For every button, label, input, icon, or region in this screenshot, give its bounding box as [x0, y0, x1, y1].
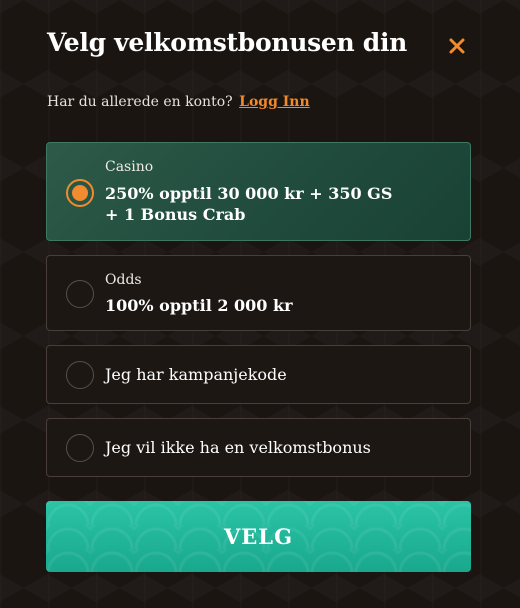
modal-title: Velg velkomstbonusen din: [47, 28, 408, 57]
login-prompt-text: Har du allerede en konto?: [47, 94, 233, 110]
login-prompt-row: Har du allerede en konto? Logg Inn: [47, 94, 310, 110]
option-odds-category: Odds: [105, 272, 142, 288]
option-casino[interactable]: Casino 250% opptil 30 000 kr + 350 GS + …: [46, 142, 471, 241]
option-casino-desc-line1: 250% opptil 30 000 kr + 350 GS: [105, 184, 393, 203]
close-button[interactable]: [444, 33, 470, 59]
option-no-bonus-label: Jeg vil ikke ha en velkomstbonus: [105, 438, 371, 457]
close-icon: [449, 38, 465, 54]
option-promo-code-label: Jeg har kampanjekode: [105, 365, 287, 384]
option-no-bonus[interactable]: Jeg vil ikke ha en velkomstbonus: [46, 418, 471, 477]
option-casino-desc-line2: + 1 Bonus Crab: [105, 205, 246, 224]
select-button-label: VELG: [224, 524, 293, 549]
radio-odds[interactable]: [66, 280, 94, 308]
option-casino-category: Casino: [105, 159, 154, 175]
option-odds-desc: 100% opptil 2 000 kr: [105, 296, 293, 315]
welcome-bonus-modal: Velg velkomstbonusen din Har du allerede…: [0, 0, 520, 608]
option-promo-code[interactable]: Jeg har kampanjekode: [46, 345, 471, 404]
option-odds[interactable]: Odds 100% opptil 2 000 kr: [46, 255, 471, 331]
radio-casino[interactable]: [66, 179, 94, 207]
select-button[interactable]: VELG: [46, 501, 471, 572]
radio-no-bonus[interactable]: [66, 434, 94, 462]
radio-promo-code[interactable]: [66, 361, 94, 389]
login-link[interactable]: Logg Inn: [239, 94, 310, 110]
